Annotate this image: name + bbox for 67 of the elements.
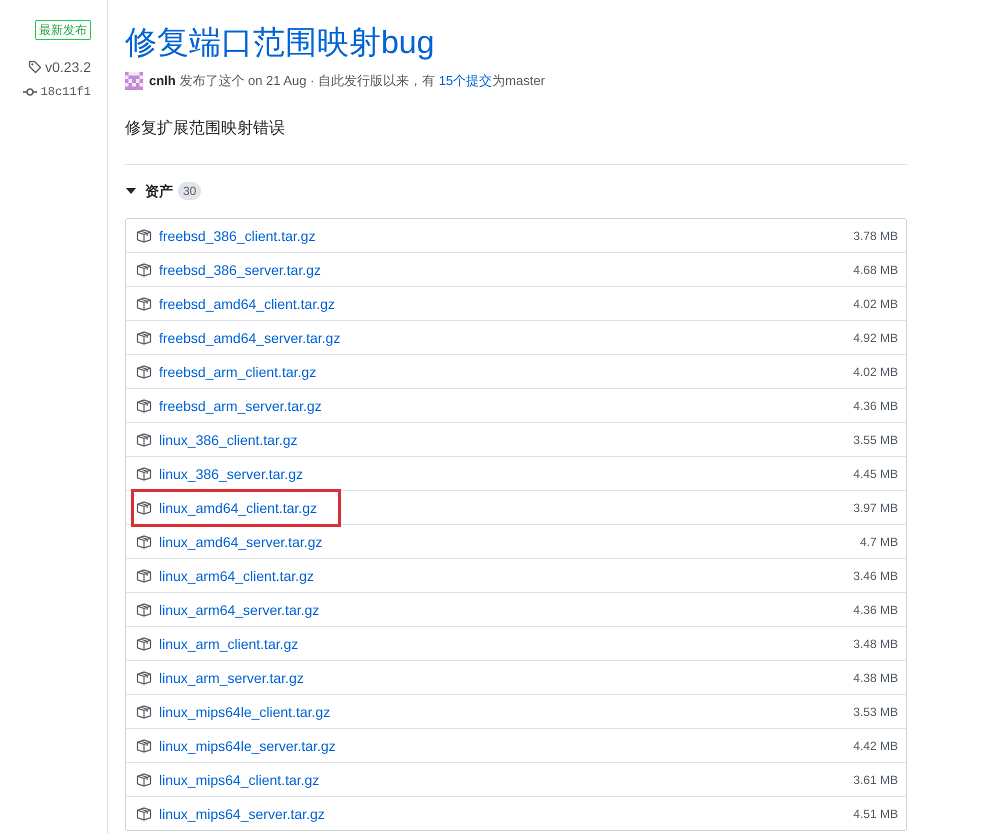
asset-link[interactable]: freebsd_386_client.tar.gz <box>159 226 316 246</box>
release-description: 修复扩展范围映射错误 <box>125 118 285 139</box>
asset-size: 4.36 MB <box>853 602 898 618</box>
box-icon <box>136 296 152 312</box>
box-icon <box>136 568 152 584</box>
asset-link[interactable]: freebsd_arm_client.tar.gz <box>159 362 316 382</box>
asset-link[interactable]: linux_arm64_client.tar.gz <box>159 566 314 586</box>
asset-link[interactable]: linux_amd64_server.tar.gz <box>159 532 322 552</box>
asset-link[interactable]: linux_mips64_server.tar.gz <box>159 804 325 824</box>
release-title[interactable]: 修复端口范围映射bug <box>125 22 434 62</box>
asset-link[interactable]: linux_mips64_client.tar.gz <box>159 770 320 790</box>
asset-link[interactable]: linux_386_client.tar.gz <box>159 430 298 450</box>
asset-size: 4.7 MB <box>860 534 898 550</box>
asset-size: 3.46 MB <box>853 568 898 584</box>
asset-link[interactable]: linux_amd64_client.tar.gz <box>159 498 317 518</box>
asset-size: 3.78 MB <box>853 228 898 244</box>
asset-size: 4.02 MB <box>853 296 898 312</box>
asset-size: 4.38 MB <box>853 670 898 686</box>
asset-size: 3.48 MB <box>853 636 898 652</box>
assets-count: 30 <box>178 182 202 200</box>
asset-size: 4.42 MB <box>853 738 898 754</box>
asset-link[interactable]: freebsd_386_server.tar.gz <box>159 260 321 280</box>
commits-link[interactable]: 15个提交 <box>438 73 492 88</box>
asset-size: 4.92 MB <box>853 330 898 346</box>
tag-link[interactable]: v0.23.2 <box>28 57 91 77</box>
box-icon <box>136 534 152 550</box>
box-icon <box>136 432 152 448</box>
asset-link[interactable]: linux_arm64_server.tar.gz <box>159 600 320 620</box>
box-icon <box>136 466 152 482</box>
box-icon <box>136 602 152 618</box>
asset-link[interactable]: linux_mips64le_client.tar.gz <box>159 702 330 722</box>
caret-icon[interactable] <box>126 186 136 196</box>
asset-link[interactable]: linux_arm_server.tar.gz <box>159 668 304 688</box>
asset-link[interactable]: linux_mips64le_server.tar.gz <box>159 736 336 756</box>
asset-size: 4.36 MB <box>853 398 898 414</box>
box-icon <box>136 704 152 720</box>
asset-size: 3.97 MB <box>853 500 898 516</box>
asset-link[interactable]: linux_386_server.tar.gz <box>159 464 303 484</box>
asset-size: 4.45 MB <box>853 466 898 482</box>
asset-size: 4.68 MB <box>853 262 898 278</box>
box-icon <box>136 772 152 788</box>
asset-link[interactable]: freebsd_arm_server.tar.gz <box>159 396 322 416</box>
asset-size: 4.02 MB <box>853 364 898 380</box>
asset-link[interactable]: linux_arm_client.tar.gz <box>159 634 298 654</box>
asset-size: 4.51 MB <box>853 806 898 822</box>
box-icon <box>136 738 152 754</box>
box-icon <box>136 636 152 652</box>
commit-link[interactable]: 18c11f1 <box>22 83 91 101</box>
assets-heading[interactable]: 资产 <box>145 181 173 201</box>
box-icon <box>136 262 152 278</box>
asset-link[interactable]: freebsd_amd64_client.tar.gz <box>159 294 335 314</box>
box-icon <box>136 364 152 380</box>
commit-icon <box>22 88 37 96</box>
box-icon <box>136 398 152 414</box>
box-icon <box>136 670 152 686</box>
tag-icon <box>28 60 42 74</box>
latest-release-badge: 最新发布 <box>35 20 91 40</box>
box-icon <box>136 330 152 346</box>
box-icon <box>136 806 152 822</box>
asset-size: 3.53 MB <box>853 704 898 720</box>
box-icon <box>136 500 152 516</box>
avatar-icon <box>125 72 143 90</box>
asset-link[interactable]: freebsd_amd64_server.tar.gz <box>159 328 340 348</box>
box-icon <box>136 228 152 244</box>
asset-size: 3.55 MB <box>853 432 898 448</box>
release-meta: cnlh 发布了这个 on 21 Aug · 自此发行版以来，有 15个提交为master <box>149 72 545 90</box>
asset-size: 3.61 MB <box>853 772 898 788</box>
